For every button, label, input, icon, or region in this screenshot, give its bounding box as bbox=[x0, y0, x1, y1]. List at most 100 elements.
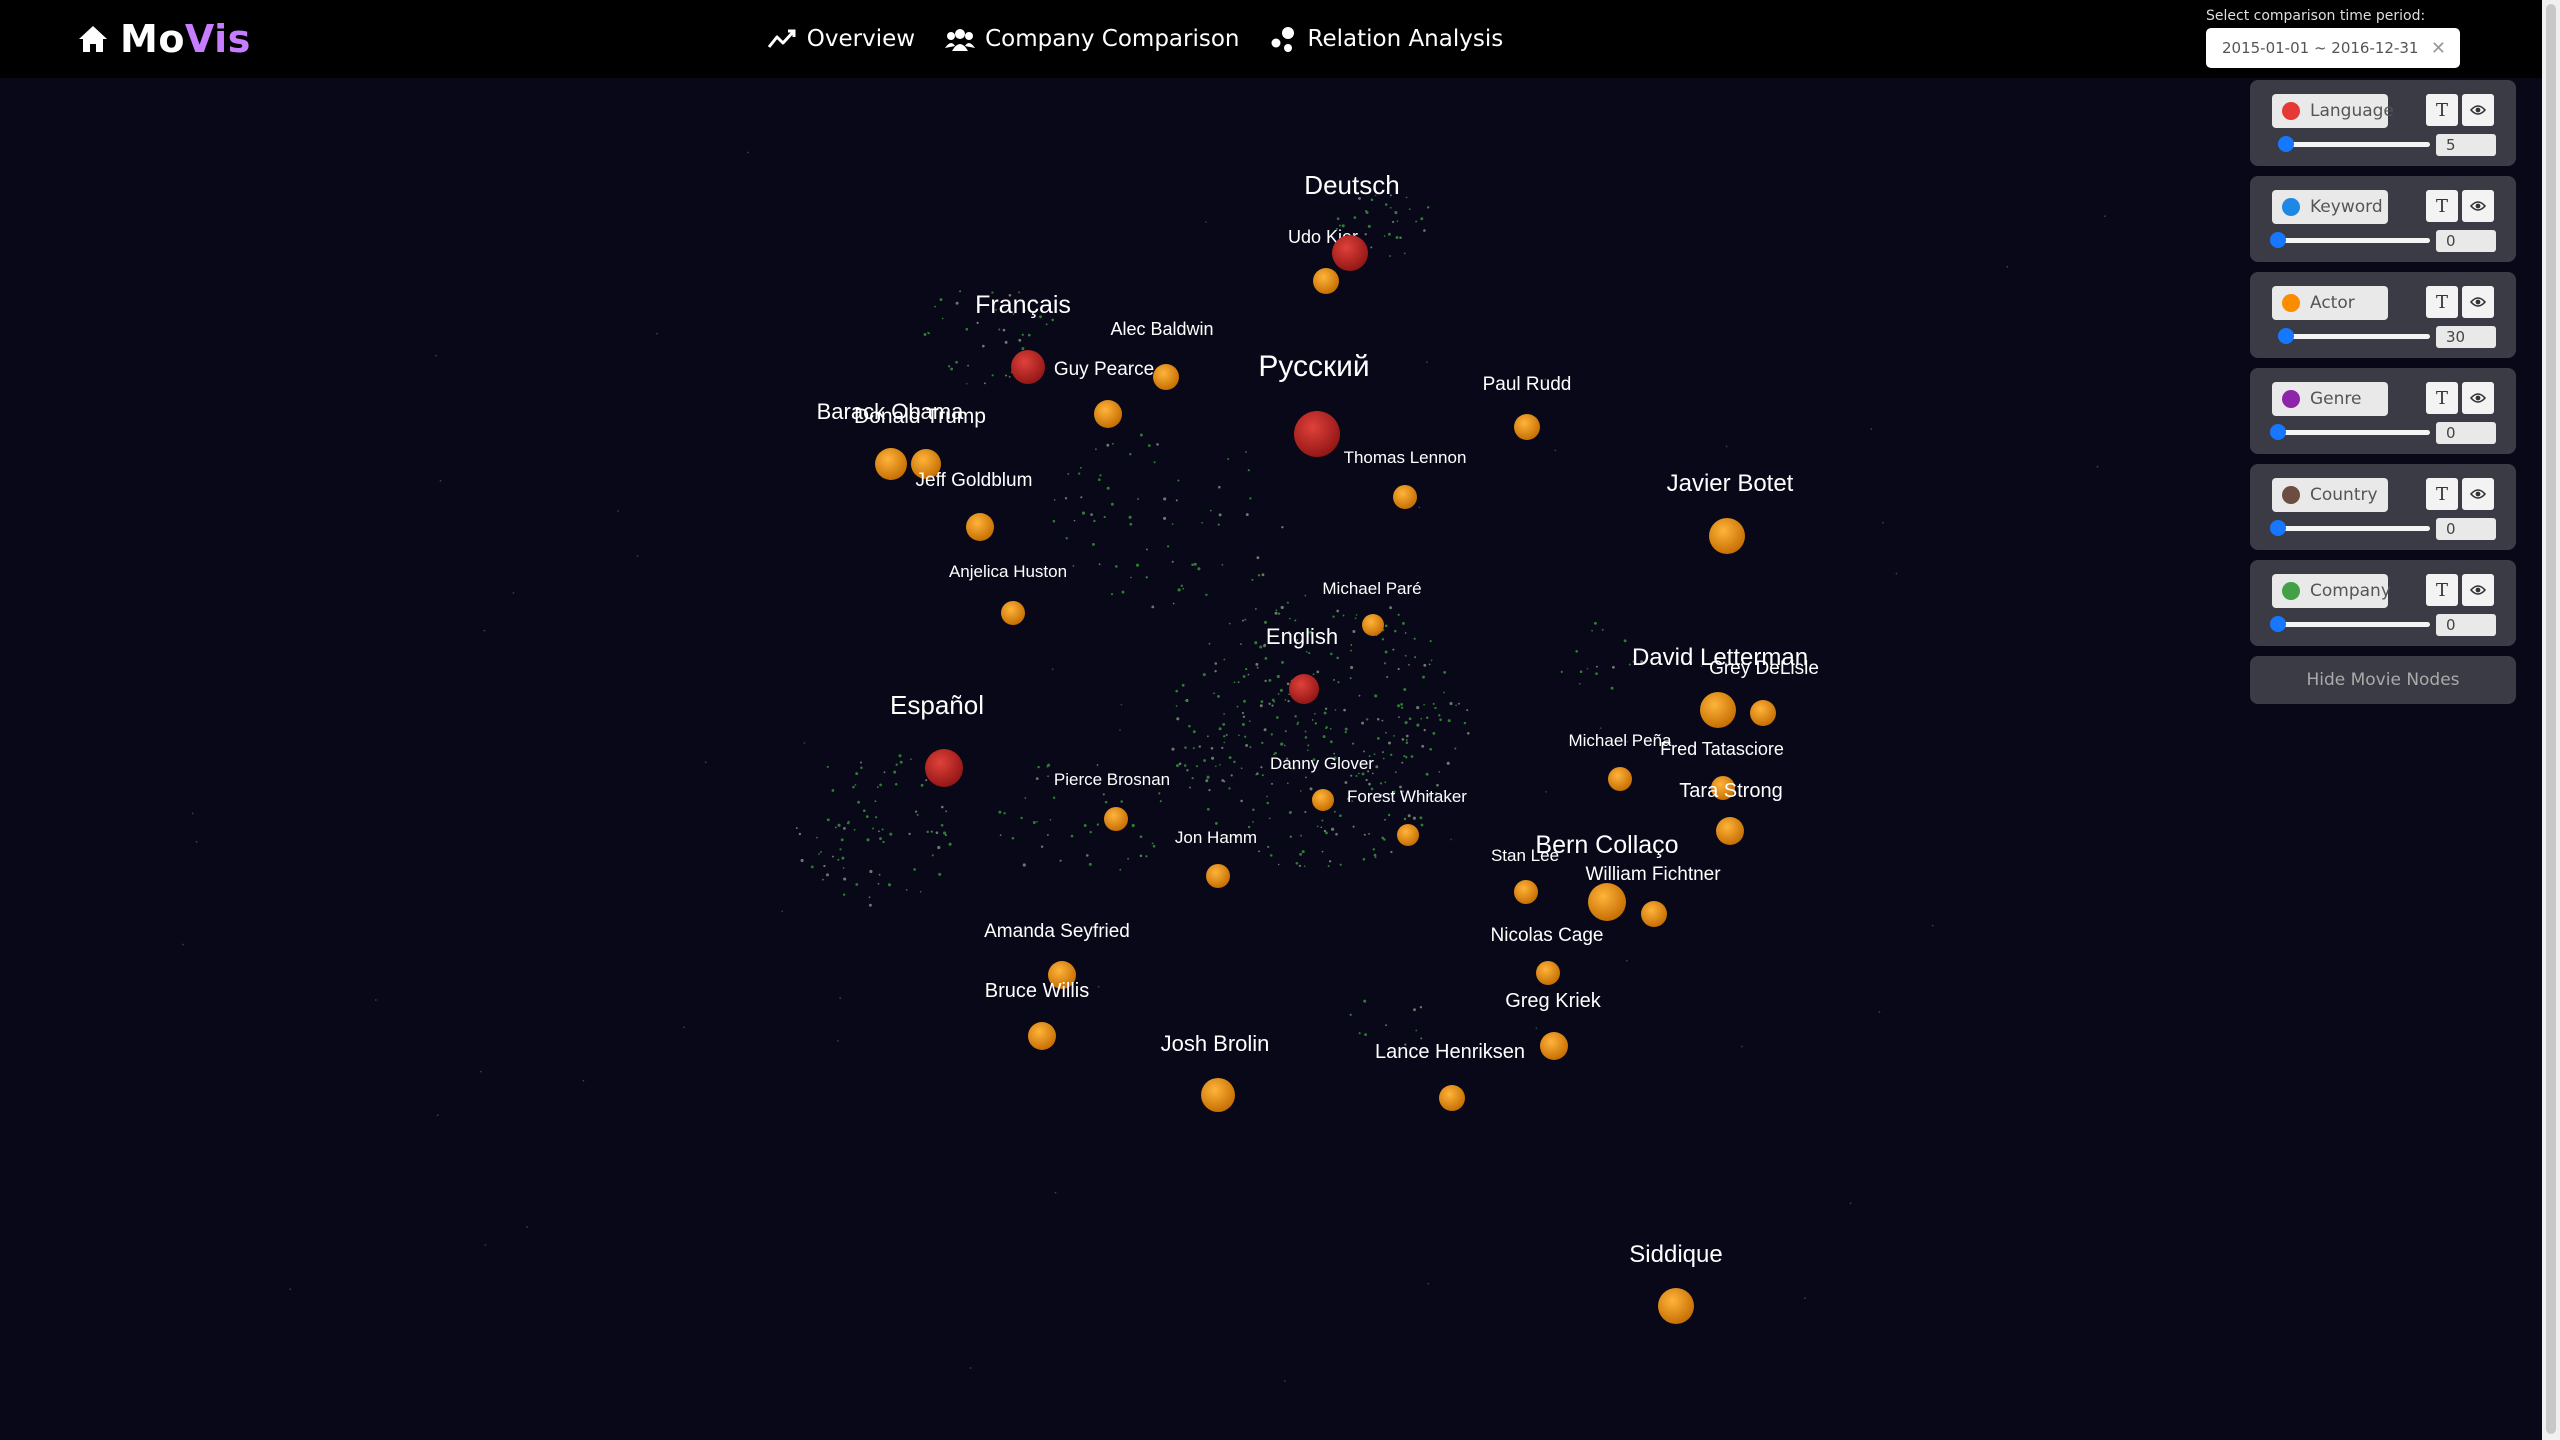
slider-handle[interactable] bbox=[2278, 328, 2294, 344]
actor-node-sphere[interactable] bbox=[1608, 767, 1632, 791]
actor-node-sphere[interactable] bbox=[1312, 789, 1334, 811]
actor-node-sphere[interactable] bbox=[1094, 400, 1122, 428]
actor-node[interactable]: Jon Hamm bbox=[1175, 828, 1257, 888]
actor-node[interactable]: Bruce Willis bbox=[985, 980, 1089, 1050]
text-toggle-button[interactable]: T bbox=[2426, 574, 2458, 606]
nav-relation-analysis[interactable]: Relation Analysis bbox=[1270, 25, 1503, 53]
filter-value-input[interactable]: 0 bbox=[2436, 614, 2496, 636]
actor-node-sphere[interactable] bbox=[1641, 901, 1667, 927]
movie-node-dot bbox=[1401, 621, 1405, 625]
filter-value-input[interactable]: 0 bbox=[2436, 518, 2496, 540]
eye-icon[interactable] bbox=[2462, 382, 2494, 414]
actor-node[interactable]: Pierce Brosnan bbox=[1054, 770, 1170, 831]
eye-icon[interactable] bbox=[2462, 478, 2494, 510]
text-toggle-button[interactable]: T bbox=[2426, 478, 2458, 510]
actor-node-sphere[interactable] bbox=[1709, 518, 1745, 554]
actor-node-sphere[interactable] bbox=[1313, 268, 1339, 294]
actor-node-sphere[interactable] bbox=[1362, 614, 1384, 636]
language-node-sphere[interactable] bbox=[1294, 411, 1340, 457]
network-graph[interactable]: Udo KierAlec BaldwinGuy PearcePaul RuddB… bbox=[0, 78, 2540, 1440]
actor-node[interactable]: Tara Strong bbox=[1679, 780, 1783, 845]
actor-node-sphere[interactable] bbox=[1397, 824, 1419, 846]
actor-node-sphere[interactable] bbox=[875, 448, 907, 480]
eye-icon[interactable] bbox=[2462, 574, 2494, 606]
eye-icon[interactable] bbox=[2462, 286, 2494, 318]
filter-tag-keyword[interactable]: Keyword bbox=[2272, 190, 2388, 224]
actor-node-sphere[interactable] bbox=[1028, 1022, 1056, 1050]
language-node-sphere[interactable] bbox=[1332, 235, 1368, 271]
language-node-sphere[interactable] bbox=[1289, 674, 1319, 704]
actor-node[interactable]: Michael Peña bbox=[1568, 731, 1672, 791]
actor-node[interactable]: David Letterman bbox=[1632, 644, 1808, 728]
actor-node[interactable]: Siddique bbox=[1629, 1241, 1723, 1324]
filter-slider[interactable] bbox=[2270, 232, 2430, 248]
actor-node-sphere[interactable] bbox=[1153, 364, 1179, 390]
filter-slider[interactable] bbox=[2270, 520, 2430, 536]
actor-node-sphere[interactable] bbox=[1201, 1078, 1235, 1112]
filter-tag-company[interactable]: Company bbox=[2272, 574, 2391, 608]
actor-node[interactable]: Nicolas Cage bbox=[1491, 925, 1604, 985]
text-toggle-button[interactable]: T bbox=[2426, 286, 2458, 318]
actor-node-sphere[interactable] bbox=[1104, 807, 1128, 831]
language-node-sphere[interactable] bbox=[925, 749, 963, 787]
slider-handle[interactable] bbox=[2270, 616, 2286, 632]
language-node[interactable]: Deutsch bbox=[1304, 170, 1400, 271]
actor-node[interactable]: Donald Trump bbox=[854, 405, 986, 479]
clear-icon[interactable]: ✕ bbox=[2431, 38, 2446, 59]
slider-handle[interactable] bbox=[2270, 232, 2286, 248]
actor-node[interactable]: Javier Botet bbox=[1667, 470, 1794, 554]
language-node[interactable]: English bbox=[1266, 624, 1338, 704]
filter-tag-country[interactable]: Country bbox=[2272, 478, 2388, 512]
actor-node[interactable]: Jeff Goldblum bbox=[916, 470, 1033, 541]
filter-slider[interactable] bbox=[2270, 616, 2430, 632]
actor-node-sphere[interactable] bbox=[966, 513, 994, 541]
actor-node-sphere[interactable] bbox=[1750, 700, 1776, 726]
actor-node-sphere[interactable] bbox=[1514, 414, 1540, 440]
actor-node[interactable]: Anjelica Huston bbox=[949, 562, 1067, 625]
language-node[interactable]: Español bbox=[890, 690, 984, 787]
actor-node[interactable]: Thomas Lennon bbox=[1344, 448, 1467, 509]
filter-tag-language[interactable]: Language bbox=[2272, 94, 2394, 128]
actor-node-sphere[interactable] bbox=[1588, 883, 1626, 921]
nav-company-comparison[interactable]: Company Comparison bbox=[945, 26, 1240, 52]
actor-node-sphere[interactable] bbox=[1536, 961, 1560, 985]
filter-value-input[interactable]: 30 bbox=[2436, 326, 2496, 348]
slider-handle[interactable] bbox=[2270, 520, 2286, 536]
actor-node[interactable]: Paul Rudd bbox=[1483, 374, 1572, 440]
filter-value-input[interactable]: 5 bbox=[2436, 134, 2496, 156]
text-toggle-button[interactable]: T bbox=[2426, 382, 2458, 414]
actor-node-sphere[interactable] bbox=[1700, 692, 1736, 728]
text-toggle-button[interactable]: T bbox=[2426, 190, 2458, 222]
actor-node-sphere[interactable] bbox=[1540, 1032, 1568, 1060]
period-range-input[interactable]: 2015-01-01 ~ 2016-12-31 ✕ bbox=[2206, 28, 2460, 68]
filter-slider[interactable] bbox=[2278, 136, 2430, 152]
actor-node[interactable]: Guy Pearce bbox=[1054, 359, 1154, 428]
filter-tag-genre[interactable]: Genre bbox=[2272, 382, 2388, 416]
slider-handle[interactable] bbox=[2270, 424, 2286, 440]
filter-value-input[interactable]: 0 bbox=[2436, 422, 2496, 444]
actor-node-sphere[interactable] bbox=[1393, 485, 1417, 509]
actor-node[interactable]: Lance Henriksen bbox=[1375, 1041, 1525, 1111]
actor-node-sphere[interactable] bbox=[1658, 1288, 1694, 1324]
hide-movie-nodes-button[interactable]: Hide Movie Nodes bbox=[2250, 656, 2516, 704]
eye-icon[interactable] bbox=[2462, 190, 2494, 222]
filter-tag-actor[interactable]: Actor bbox=[2272, 286, 2388, 320]
filter-value-input[interactable]: 0 bbox=[2436, 230, 2496, 252]
nav-overview[interactable]: Overview bbox=[767, 26, 915, 52]
actor-node-sphere[interactable] bbox=[1206, 864, 1230, 888]
actor-node[interactable]: Amanda Seyfried bbox=[984, 921, 1130, 989]
filter-slider[interactable] bbox=[2270, 424, 2430, 440]
slider-handle[interactable] bbox=[2278, 136, 2294, 152]
language-node[interactable]: Русский bbox=[1258, 350, 1370, 457]
actor-node-sphere[interactable] bbox=[1514, 880, 1538, 904]
text-toggle-button[interactable]: T bbox=[2426, 94, 2458, 126]
eye-icon[interactable] bbox=[2462, 94, 2494, 126]
actor-node-sphere[interactable] bbox=[1439, 1085, 1465, 1111]
actor-node-sphere[interactable] bbox=[1716, 817, 1744, 845]
scrollbar-thumb[interactable] bbox=[2546, 4, 2556, 1434]
actor-node[interactable]: Forest Whitaker bbox=[1347, 787, 1467, 846]
filter-slider[interactable] bbox=[2278, 328, 2430, 344]
actor-node[interactable]: Josh Brolin bbox=[1161, 1031, 1270, 1112]
language-node-sphere[interactable] bbox=[1011, 350, 1045, 384]
actor-node-sphere[interactable] bbox=[1001, 601, 1025, 625]
